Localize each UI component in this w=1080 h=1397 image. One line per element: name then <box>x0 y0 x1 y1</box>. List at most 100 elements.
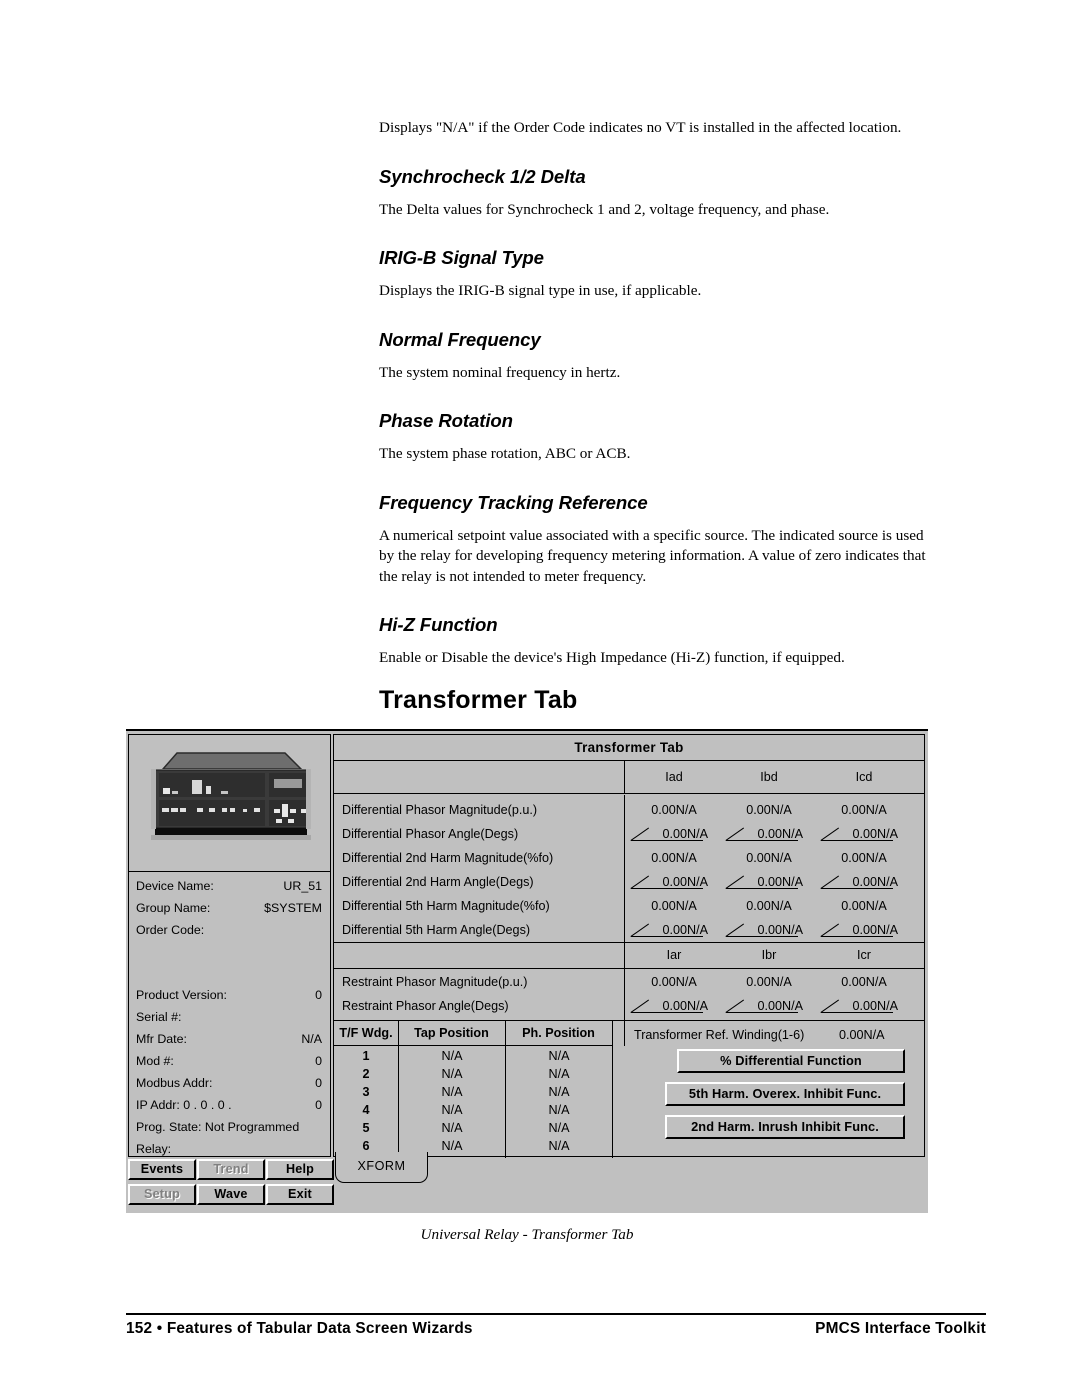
device-button-row-1: Events Trend Help <box>128 1159 334 1181</box>
cell-value: 0.00N/A <box>651 803 697 817</box>
device-button-row-2: Setup Wave Exit <box>128 1184 334 1206</box>
ph-position: N/A <box>548 1049 570 1063</box>
ref-winding-label: Transformer Ref. Winding(1-6) <box>634 1028 805 1042</box>
device-field-label: Product Version: <box>136 988 227 1002</box>
device-field-mod: Mod #: 0 <box>136 1054 324 1072</box>
device-image-box <box>129 735 330 872</box>
device-field-device-name: Device Name: UR_51 <box>136 879 324 897</box>
row-label: Differential Phasor Magnitude(p.u.) <box>342 803 538 817</box>
device-field-group-name: Group Name: $SYSTEM <box>136 901 324 919</box>
device-field-value: 0 <box>315 1054 322 1068</box>
relay-device-icon <box>151 752 311 840</box>
row-label: Restraint Phasor Angle(Degs) <box>342 999 509 1013</box>
ph-position: N/A <box>548 1139 570 1153</box>
section-body-irigb: Displays the IRIG-B signal type in use, … <box>379 282 702 299</box>
section-heading-hiz: Hi-Z Function <box>379 614 498 635</box>
exit-button[interactable]: Exit <box>266 1184 334 1205</box>
tap-position: N/A <box>441 1085 463 1099</box>
row-label: Differential 2nd Harm Magnitude(%fo) <box>342 851 554 865</box>
device-panel: Device Name: UR_51 Group Name: $SYSTEM O… <box>128 734 331 1157</box>
restraint-column-header: Iar Ibr Icr <box>334 943 924 969</box>
transformer-tab-table: Transformer Tab Iad Ibd Icd Differential… <box>333 734 925 1158</box>
cell-value: 0.00N/A <box>757 999 803 1013</box>
row-label: Differential 5th Harm Magnitude(%fo) <box>342 899 550 913</box>
winding-number: 4 <box>362 1103 370 1117</box>
device-field-value: 0 <box>315 1098 322 1112</box>
tap-position: N/A <box>441 1103 463 1117</box>
column-header-iad: Iad <box>665 770 683 784</box>
cell-value: 0.00N/A <box>651 851 697 865</box>
column-header-iar: Iar <box>666 948 682 962</box>
device-field-value: $SYSTEM <box>264 901 322 915</box>
tap-position: N/A <box>441 1067 463 1081</box>
winding-number: 1 <box>362 1049 370 1063</box>
device-field-value: UR_51 <box>283 879 322 893</box>
prose-column: Displays "N/A" if the Order Code indicat… <box>379 118 927 669</box>
cell-value: 0.00N/A <box>841 975 887 989</box>
cell-value: 0.00N/A <box>662 827 708 841</box>
cell-value: 0.00N/A <box>746 899 792 913</box>
cell-value: 0.00N/A <box>841 899 887 913</box>
device-field-ip-addr: IP Addr: 0 . 0 . 0 . 0 <box>136 1098 324 1116</box>
trend-button[interactable]: Trend <box>197 1159 265 1180</box>
tap-position: N/A <box>441 1139 463 1153</box>
device-field-label: IP Addr: 0 . 0 . 0 . <box>136 1098 232 1112</box>
footer-divider <box>126 1313 986 1315</box>
device-field-order-code: Order Code: <box>136 923 324 941</box>
device-field-value: N/A <box>301 1032 322 1046</box>
device-field-label: Group Name: <box>136 901 211 915</box>
ph-position: N/A <box>548 1121 570 1135</box>
section-heading-phase-rotation: Phase Rotation <box>379 410 513 431</box>
device-field-product-version: Product Version: 0 <box>136 988 324 1006</box>
section-body-hiz: Enable or Disable the device's High Impe… <box>379 649 845 666</box>
cell-value: 0.00N/A <box>662 875 708 889</box>
section-body-phase-rotation: The system phase rotation, ABC or ACB. <box>379 445 631 462</box>
fifth-harm-overex-inhibit-button[interactable]: 5th Harm. Overex. Inhibit Func. <box>665 1082 905 1106</box>
differential-column-header: Iad Ibd Icd <box>334 761 924 794</box>
second-harm-inrush-inhibit-button[interactable]: 2nd Harm. Inrush Inhibit Func. <box>665 1115 905 1139</box>
cell-value: 0.00N/A <box>757 827 803 841</box>
help-button[interactable]: Help <box>266 1159 334 1180</box>
cell-value: 0.00N/A <box>852 999 898 1013</box>
section-body-synchrocheck: The Delta values for Synchrocheck 1 and … <box>379 200 830 218</box>
tab-xform[interactable]: XFORM <box>335 1152 428 1183</box>
cell-value: 0.00N/A <box>757 923 803 937</box>
device-field-prog-state: Prog. State: Not Programmed <box>136 1120 324 1138</box>
cell-value: 0.00N/A <box>841 803 887 817</box>
row-label: Restraint Phasor Magnitude(p.u.) <box>342 975 528 989</box>
cell-value: 0.00N/A <box>746 803 792 817</box>
row-label: Differential 5th Harm Angle(Degs) <box>342 923 531 937</box>
cell-value: 0.00N/A <box>841 851 887 865</box>
setup-button[interactable]: Setup <box>128 1184 196 1205</box>
header-tf-wdg: T/F Wdg. <box>334 1021 398 1046</box>
page-title: Transformer Tab <box>379 686 578 714</box>
restraint-rows: Restraint Phasor Magnitude(p.u.) 0.00N/A… <box>334 969 924 1021</box>
differential-function-button[interactable]: % Differential Function <box>677 1049 905 1073</box>
cell-value: 0.00N/A <box>662 923 708 937</box>
section-heading-frequency-tracking: Frequency Tracking Reference <box>379 491 648 513</box>
ph-position: N/A <box>548 1067 570 1081</box>
column-header-ibr: Ibr <box>761 948 777 962</box>
cell-value: 0.00N/A <box>852 875 898 889</box>
device-field-label: Modbus Addr: <box>136 1076 213 1090</box>
winding-number: 6 <box>362 1139 370 1153</box>
ph-position: N/A <box>548 1085 570 1099</box>
winding-number: 2 <box>362 1067 370 1081</box>
screenshot-figure: Device Name: UR_51 Group Name: $SYSTEM O… <box>126 729 928 1213</box>
wave-button[interactable]: Wave <box>197 1184 265 1205</box>
winding-number: 3 <box>362 1085 370 1099</box>
header-ph-position: Ph. Position <box>505 1021 612 1046</box>
device-field-value: 0 <box>315 1076 322 1090</box>
row-label: Differential Phasor Angle(Degs) <box>342 827 519 841</box>
figure-caption: Universal Relay - Transformer Tab <box>420 1226 634 1243</box>
device-field-label: Relay: <box>136 1142 172 1156</box>
column-header-icd: Icd <box>855 770 873 784</box>
column-header-icr: Icr <box>857 948 871 962</box>
device-field-relay: Relay: <box>136 1142 324 1160</box>
differential-rows: Differential Phasor Magnitude(p.u.) 0.00… <box>334 795 924 943</box>
device-field-label: Prog. State: Not Programmed <box>136 1120 300 1134</box>
footer-left: 152 • Features of Tabular Data Screen Wi… <box>126 1320 473 1337</box>
device-field-label: Mod #: <box>136 1054 174 1068</box>
events-button[interactable]: Events <box>128 1159 196 1180</box>
device-field-serial: Serial #: <box>136 1010 324 1028</box>
